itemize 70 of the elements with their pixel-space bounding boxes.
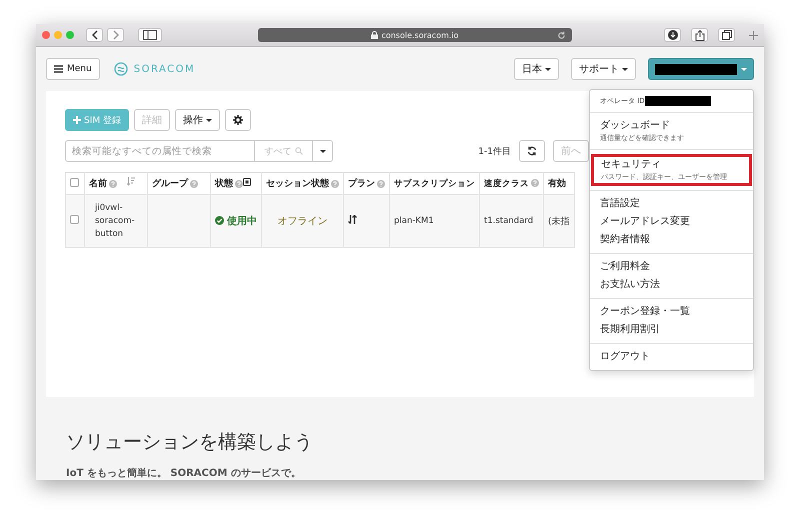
chevron-right-icon — [112, 30, 120, 40]
menu-item[interactable]: 契約者情報 — [590, 231, 753, 249]
search-icon — [294, 147, 302, 155]
column-header: グループ — [152, 179, 188, 189]
actions-dropdown[interactable]: 操作 — [175, 109, 220, 131]
help-icon[interactable] — [331, 180, 339, 188]
sidebar-icon — [143, 30, 157, 40]
filter-icon[interactable] — [243, 178, 251, 186]
swap-arrows-icon — [348, 215, 357, 224]
menu-icon — [54, 65, 63, 73]
table-cell: plan-KM1 — [394, 216, 434, 226]
share-icon — [694, 30, 704, 40]
column-header: 名前 — [89, 179, 107, 189]
help-icon[interactable] — [531, 179, 539, 188]
help-icon[interactable] — [190, 180, 198, 188]
column-header: サブスクリプション — [394, 178, 475, 188]
menu-item[interactable]: ログアウト — [590, 348, 753, 366]
logo-text: SORACOM — [134, 64, 196, 74]
language-dropdown[interactable]: 日本 — [514, 58, 559, 80]
column-header: セッション状態 — [266, 179, 329, 189]
hero-subtitle: IoT をもっと簡単に。 SORACOM のサービスで。 — [66, 466, 302, 480]
menu-item[interactable]: ご利用料金 — [590, 258, 753, 276]
status-text: 使用中 — [227, 214, 257, 228]
menu-button[interactable]: Menu — [46, 58, 100, 80]
help-icon[interactable] — [377, 180, 385, 188]
sort-icon[interactable] — [127, 177, 135, 186]
sidebar-button[interactable] — [138, 28, 162, 42]
settings-icon — [233, 115, 243, 125]
redacted-block — [644, 96, 711, 106]
plus-icon — [73, 116, 81, 124]
row-checkbox[interactable] — [70, 215, 79, 224]
support-dropdown[interactable]: サポート — [571, 58, 636, 80]
tabs-icon — [722, 30, 732, 40]
reload-icon[interactable] — [557, 30, 566, 40]
column-header: 状態 — [215, 179, 233, 189]
menu-item[interactable]: クーポン登録・一覧 — [590, 303, 753, 321]
share-button[interactable] — [691, 28, 708, 42]
scope-dropdown-button[interactable] — [313, 140, 333, 162]
menu-item[interactable]: メールアドレス変更 — [590, 213, 753, 231]
hero-title: ソリューションを構築しよう — [66, 430, 314, 455]
close-window-icon[interactable] — [42, 31, 50, 39]
zoom-window-icon[interactable] — [66, 31, 74, 39]
download-button[interactable] — [664, 28, 681, 42]
lock-icon — [371, 31, 378, 39]
settings-button[interactable] — [225, 109, 251, 131]
check-circle-icon — [215, 216, 224, 226]
menu-item[interactable]: 長期利用割引 — [590, 321, 753, 339]
chevron-left-icon — [90, 30, 98, 40]
column-header: 速度クラス — [484, 178, 529, 188]
table-cell: (未指 — [548, 216, 570, 226]
column-header: プラン — [348, 179, 375, 189]
tabs-button[interactable] — [718, 28, 735, 42]
column-header: 有効 — [548, 179, 566, 189]
logo-icon — [114, 62, 128, 76]
session-status: オフライン — [278, 216, 328, 227]
select-all-checkbox[interactable] — [70, 178, 79, 186]
menu-item[interactable]: 言語設定 — [590, 195, 753, 213]
new-tab-icon[interactable] — [749, 30, 758, 40]
address-bar[interactable]: console.soracom.io — [258, 28, 572, 42]
refresh-button[interactable] — [519, 140, 545, 162]
menu-item[interactable]: お支払い方法 — [590, 276, 753, 294]
back-button[interactable] — [86, 28, 103, 42]
account-dropdown[interactable] — [648, 58, 754, 80]
download-icon — [668, 30, 678, 40]
help-icon[interactable] — [109, 180, 117, 188]
search-field[interactable]: 検索可能なすべての属性で検索 — [65, 140, 255, 162]
table-cell-text: ji0vwl-soracom-button — [95, 202, 136, 240]
pagination-range: 1-1件目 — [478, 146, 511, 158]
table-cell: t1.standard — [484, 216, 534, 226]
refresh-icon — [527, 146, 537, 156]
